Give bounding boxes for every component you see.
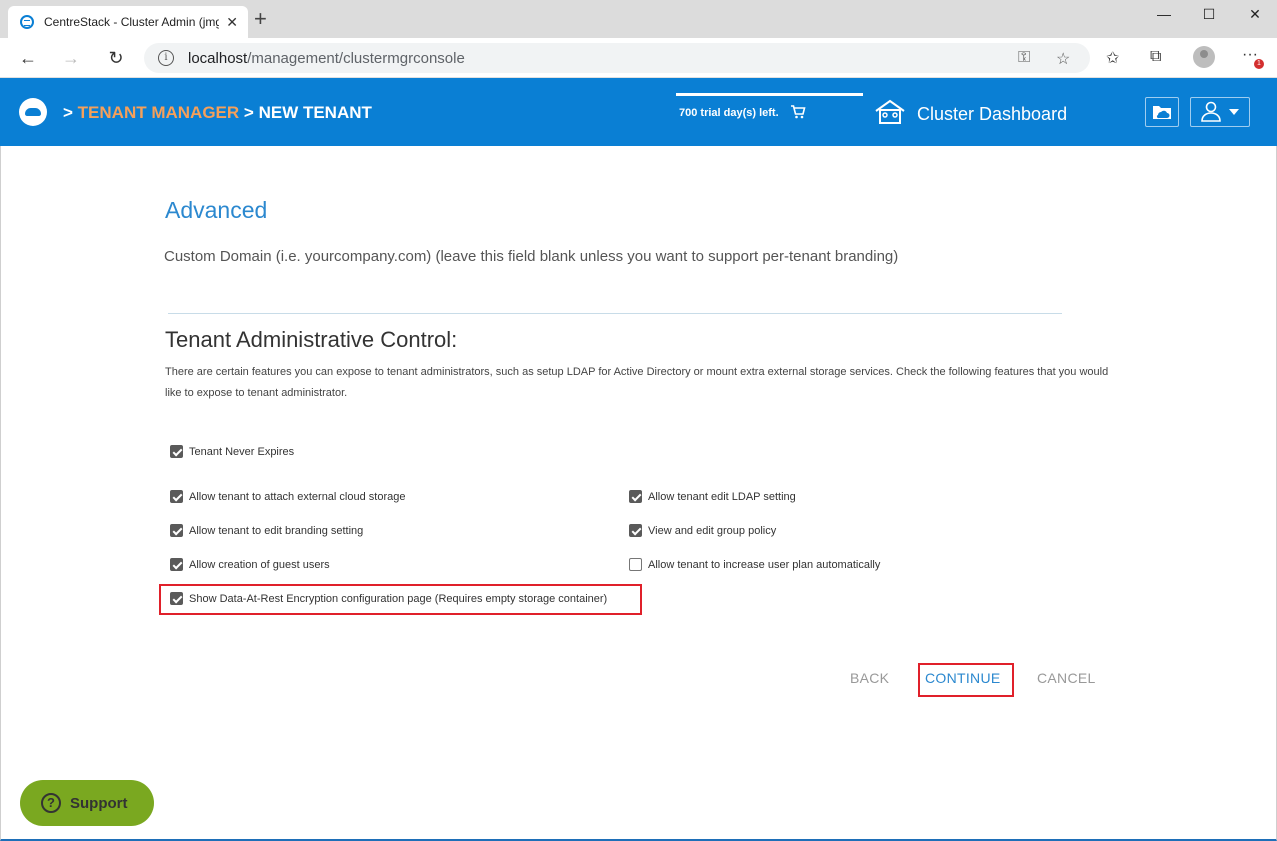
option-edit-branding[interactable]: Allow tenant to edit branding setting xyxy=(170,524,363,537)
checkbox-group-policy[interactable] xyxy=(629,524,642,537)
favorite-star-icon[interactable]: ☆ xyxy=(1056,49,1070,69)
breadcrumb: > TENANT MANAGER > NEW TENANT xyxy=(63,103,372,123)
back-arrow-icon[interactable]: ← xyxy=(16,47,40,69)
custom-domain-label: Custom Domain (i.e. yourcompany.com) (le… xyxy=(164,248,899,265)
maximize-icon[interactable]: ☐ xyxy=(1186,4,1232,24)
new-tab-icon[interactable]: + xyxy=(254,8,267,30)
highlight-annotation xyxy=(918,663,1014,697)
checkbox-label: Allow tenant edit LDAP setting xyxy=(648,490,796,503)
checkbox-label: View and edit group policy xyxy=(648,524,777,537)
back-button[interactable]: BACK xyxy=(850,670,889,686)
breadcrumb-separator: > xyxy=(63,103,73,122)
option-attach-external-storage[interactable]: Allow tenant to attach external cloud st… xyxy=(170,490,405,503)
browser-tab-strip: CentreStack - Cluster Admin (jmg ✕ + — ☐… xyxy=(0,0,1277,38)
cancel-button[interactable]: CANCEL xyxy=(1037,670,1096,686)
centrestack-favicon-icon xyxy=(20,15,34,29)
forward-arrow-icon[interactable]: → xyxy=(59,47,83,69)
key-icon[interactable]: ⚿ xyxy=(1018,49,1030,67)
browser-tab[interactable]: CentreStack - Cluster Admin (jmg ✕ xyxy=(8,6,248,38)
favorites-list-icon[interactable]: ✩ xyxy=(1106,48,1119,68)
window-close-icon[interactable]: ✕ xyxy=(1232,4,1277,24)
site-info-icon[interactable]: i xyxy=(158,50,174,66)
checkbox-label: Tenant Never Expires xyxy=(189,445,295,458)
support-button[interactable]: ? Support xyxy=(20,780,154,826)
section-divider xyxy=(168,313,1062,314)
checkbox-label: Allow tenant to attach external cloud st… xyxy=(189,490,406,503)
checkbox-guest-users[interactable] xyxy=(170,558,183,571)
checkbox-increase-plan[interactable] xyxy=(629,558,642,571)
cart-icon[interactable] xyxy=(790,105,806,122)
minimize-icon[interactable]: — xyxy=(1141,4,1187,24)
cluster-dashboard-icon[interactable] xyxy=(874,99,906,125)
breadcrumb-tenant-manager[interactable]: TENANT MANAGER xyxy=(78,103,240,122)
checkbox-edit-branding[interactable] xyxy=(170,524,183,537)
url-path: /management/clustermgrconsole xyxy=(247,49,465,67)
tenant-admin-control-description: There are certain features you can expos… xyxy=(165,366,1109,399)
app-header: > TENANT MANAGER > NEW TENANT 700 trial … xyxy=(0,78,1277,146)
trial-progress-bar xyxy=(676,93,863,96)
checkbox-label: Allow creation of guest users xyxy=(189,558,330,571)
checkbox-edit-ldap[interactable] xyxy=(629,490,642,503)
option-guest-users[interactable]: Allow creation of guest users xyxy=(170,558,330,571)
address-bar[interactable]: i localhost/management/clustermgrconsole… xyxy=(144,43,1090,73)
url-host: localhost xyxy=(188,49,248,67)
collections-icon[interactable]: ⧉ xyxy=(1150,48,1161,66)
user-admin-icon xyxy=(1201,101,1239,122)
tenant-admin-control-title: Tenant Administrative Control: xyxy=(165,327,458,352)
support-label: Support xyxy=(70,794,128,812)
checkbox-label: Allow tenant to edit branding setting xyxy=(189,524,364,537)
option-edit-ldap[interactable]: Allow tenant edit LDAP setting xyxy=(629,490,796,503)
trial-days-text[interactable]: 700 trial day(s) left. xyxy=(679,107,779,119)
cloud-logo-icon[interactable] xyxy=(19,98,47,126)
notification-badge: 1 xyxy=(1254,59,1264,69)
tab-close-icon[interactable]: ✕ xyxy=(226,14,238,31)
advanced-section-title[interactable]: Advanced xyxy=(165,197,267,224)
browser-toolbar: ← → ↻ i localhost/management/clustermgrc… xyxy=(0,38,1277,78)
checkbox-never-expires[interactable] xyxy=(170,445,183,458)
checkbox-attach-storage[interactable] xyxy=(170,490,183,503)
cluster-dashboard-link[interactable]: Cluster Dashboard xyxy=(917,104,1067,125)
user-menu-button[interactable] xyxy=(1190,97,1250,127)
tab-title: CentreStack - Cluster Admin (jmg xyxy=(44,15,219,29)
cloud-folder-button[interactable] xyxy=(1145,97,1179,127)
help-icon: ? xyxy=(41,793,61,813)
highlight-annotation xyxy=(159,584,642,615)
refresh-icon[interactable]: ↻ xyxy=(104,47,128,69)
breadcrumb-new-tenant: NEW TENANT xyxy=(258,103,372,122)
cloud-folder-icon xyxy=(1153,106,1171,119)
profile-avatar-icon[interactable] xyxy=(1193,46,1215,68)
option-increase-user-plan[interactable]: Allow tenant to increase user plan autom… xyxy=(629,558,880,571)
option-group-policy[interactable]: View and edit group policy xyxy=(629,524,776,537)
breadcrumb-separator: > xyxy=(243,103,254,122)
checkbox-label: Allow tenant to increase user plan autom… xyxy=(648,558,881,571)
option-tenant-never-expires[interactable]: Tenant Never Expires xyxy=(170,445,294,458)
